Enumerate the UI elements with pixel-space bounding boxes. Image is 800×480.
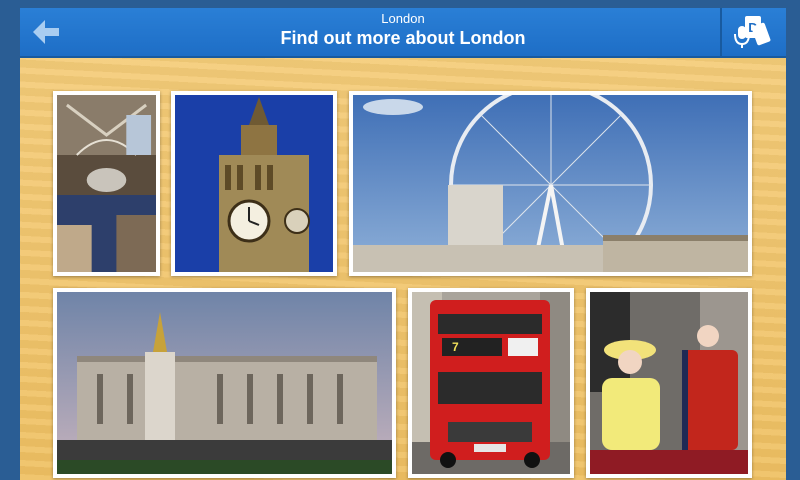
dictionary-button[interactable]: D — [720, 8, 786, 56]
page-subtitle: London — [381, 11, 425, 26]
bus-route-number: 7 — [452, 340, 459, 354]
photo-london-eye[interactable] — [349, 91, 752, 276]
photo-big-ben[interactable] — [171, 91, 337, 276]
photo-red-bus[interactable]: 7 — [408, 288, 574, 478]
photo-museum-hall[interactable] — [53, 91, 160, 276]
red-bus-image: 7 — [412, 292, 570, 474]
royal-balcony-image — [590, 292, 748, 474]
photo-buckingham-palace[interactable] — [53, 288, 396, 478]
london-eye-image — [353, 95, 748, 272]
museum-hall-image — [57, 95, 156, 272]
page-title: Find out more about London — [280, 28, 526, 48]
big-ben-image — [175, 95, 333, 272]
photo-royal-balcony[interactable] — [586, 288, 752, 478]
dictionary-audio-icon: D — [734, 16, 771, 48]
board-background: London Find out more about London D — [20, 8, 786, 480]
buckingham-palace-image — [57, 292, 392, 474]
header-bar: London Find out more about London D — [20, 8, 786, 58]
